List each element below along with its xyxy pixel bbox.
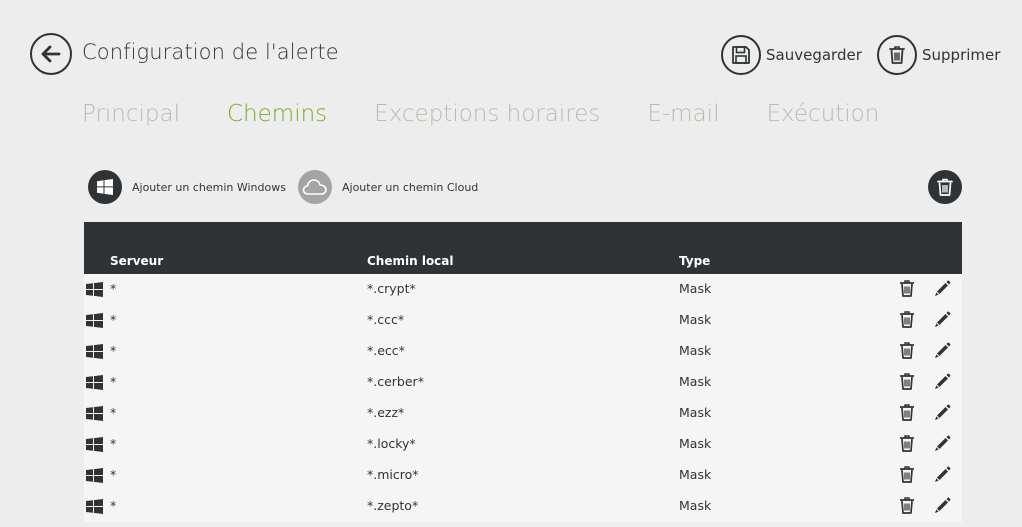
back-button[interactable] xyxy=(30,33,72,75)
local-path-cell: *.zepto* xyxy=(367,498,419,513)
server-cell: * xyxy=(110,374,117,389)
cloud-icon xyxy=(298,170,332,204)
table-body: * *.crypt* Mask * *.ccc* Mask * *.ecc* M… xyxy=(84,274,962,522)
page-title: Configuration de l'alerte xyxy=(82,40,339,64)
delete-button[interactable]: Supprimer xyxy=(877,35,1000,75)
edit-row-icon[interactable] xyxy=(934,342,951,362)
add-cloud-path-button[interactable]: Ajouter un chemin Cloud xyxy=(298,170,478,204)
windows-icon xyxy=(86,499,103,517)
table-row[interactable]: * *.ecc* Mask xyxy=(84,336,962,367)
windows-icon xyxy=(86,468,103,486)
save-button[interactable]: Sauvegarder xyxy=(721,35,862,75)
table-row[interactable]: * *.zepto* Mask xyxy=(84,491,962,522)
type-cell: Mask xyxy=(679,436,712,451)
trash-icon xyxy=(877,35,917,75)
windows-icon xyxy=(86,437,103,455)
local-path-cell: *.cerber* xyxy=(367,374,424,389)
server-cell: * xyxy=(110,281,117,296)
edit-row-icon[interactable] xyxy=(934,280,951,300)
tab-exceptions-horaires[interactable]: Exceptions horaires xyxy=(374,101,600,127)
table-row[interactable]: * *.crypt* Mask xyxy=(84,274,962,305)
local-path-cell: *.micro* xyxy=(367,467,419,482)
column-header-local-path: Chemin local xyxy=(367,254,454,268)
local-path-cell: *.ezz* xyxy=(367,405,405,420)
column-header-server: Serveur xyxy=(110,254,164,268)
local-path-cell: *.ccc* xyxy=(367,312,405,327)
windows-icon xyxy=(86,375,103,393)
local-path-cell: *.ecc* xyxy=(367,343,405,358)
type-cell: Mask xyxy=(679,498,712,513)
server-cell: * xyxy=(110,467,117,482)
table-row[interactable]: * *.cerber* Mask xyxy=(84,367,962,398)
type-cell: Mask xyxy=(679,281,712,296)
edit-row-icon[interactable] xyxy=(934,435,951,455)
path-toolbar: Ajouter un chemin Windows Ajouter un che… xyxy=(88,170,962,206)
windows-icon xyxy=(86,406,103,424)
type-cell: Mask xyxy=(679,467,712,482)
tab-chemins[interactable]: Chemins xyxy=(227,101,327,127)
delete-row-icon[interactable] xyxy=(899,280,915,300)
server-cell: * xyxy=(110,405,117,420)
table-row[interactable]: * *.ccc* Mask xyxy=(84,305,962,336)
local-path-cell: *.crypt* xyxy=(367,281,416,296)
save-icon xyxy=(721,35,761,75)
windows-icon xyxy=(86,313,103,331)
type-cell: Mask xyxy=(679,343,712,358)
table-row[interactable]: * *.locky* Mask xyxy=(84,429,962,460)
add-cloud-path-label: Ajouter un chemin Cloud xyxy=(342,180,479,194)
server-cell: * xyxy=(110,343,117,358)
tab-principal[interactable]: Principal xyxy=(82,101,180,127)
header: Configuration de l'alerte Sauvegarder Su… xyxy=(0,0,1022,100)
local-path-cell: *.locky* xyxy=(367,436,416,451)
add-windows-path-label: Ajouter un chemin Windows xyxy=(132,180,286,194)
type-cell: Mask xyxy=(679,312,712,327)
delete-row-icon[interactable] xyxy=(899,311,915,331)
tab-bar: Principal Chemins Exceptions horaires E-… xyxy=(82,101,926,127)
delete-all-paths-button[interactable] xyxy=(928,170,962,204)
table-header: Serveur Chemin local Type xyxy=(84,222,962,274)
type-cell: Mask xyxy=(679,405,712,420)
delete-row-icon[interactable] xyxy=(899,404,915,424)
windows-icon xyxy=(86,282,103,300)
delete-label: Supprimer xyxy=(922,46,1001,64)
delete-row-icon[interactable] xyxy=(899,466,915,486)
server-cell: * xyxy=(110,436,117,451)
delete-row-icon[interactable] xyxy=(899,435,915,455)
edit-row-icon[interactable] xyxy=(934,311,951,331)
table-row[interactable]: * *.micro* Mask xyxy=(84,460,962,491)
table-row[interactable]: * *.ezz* Mask xyxy=(84,398,962,429)
edit-row-icon[interactable] xyxy=(934,466,951,486)
type-cell: Mask xyxy=(679,374,712,389)
delete-row-icon[interactable] xyxy=(899,373,915,393)
delete-row-icon[interactable] xyxy=(899,497,915,517)
edit-row-icon[interactable] xyxy=(934,373,951,393)
column-header-type: Type xyxy=(679,254,711,268)
tab-execution[interactable]: Exécution xyxy=(766,101,879,127)
arrow-left-icon xyxy=(41,45,61,63)
windows-icon xyxy=(86,344,103,362)
save-label: Sauvegarder xyxy=(766,46,862,64)
add-windows-path-button[interactable]: Ajouter un chemin Windows xyxy=(88,170,286,204)
server-cell: * xyxy=(110,498,117,513)
windows-icon xyxy=(88,170,122,204)
paths-table: Serveur Chemin local Type * *.crypt* Mas… xyxy=(84,222,962,527)
tab-email[interactable]: E-mail xyxy=(647,101,719,127)
edit-row-icon[interactable] xyxy=(934,404,951,424)
edit-row-icon[interactable] xyxy=(934,497,951,517)
trash-icon xyxy=(928,170,962,204)
server-cell: * xyxy=(110,312,117,327)
delete-row-icon[interactable] xyxy=(899,342,915,362)
